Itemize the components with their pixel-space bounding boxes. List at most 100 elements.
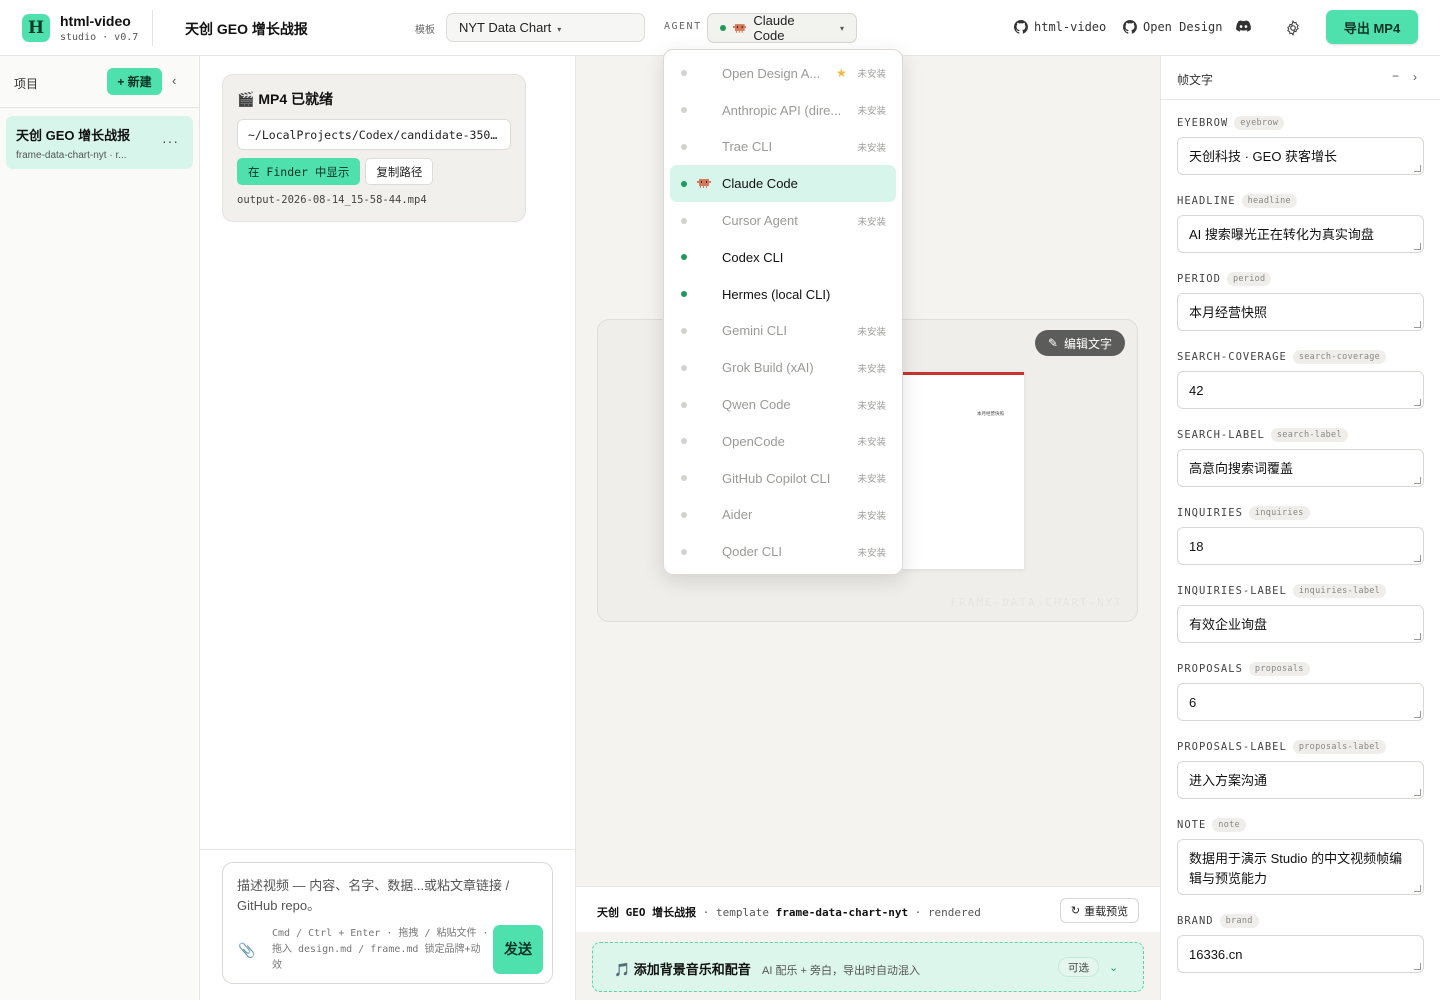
settings-button[interactable]: [1285, 20, 1301, 36]
field-input-proposals-label[interactable]: 进入方案沟通: [1177, 761, 1424, 799]
frame-field-period: PERIOD period 本月经营快照: [1177, 270, 1425, 331]
agent-label: AGENT: [664, 21, 702, 32]
new-project-button[interactable]: + 新建: [107, 68, 162, 95]
status-dot-icon: [681, 438, 687, 445]
field-input-search-label[interactable]: 高意向搜索词覆盖: [1177, 449, 1424, 487]
template-label: 模板: [415, 25, 435, 36]
field-label-row: BRAND brand: [1177, 912, 1425, 930]
agent-option-label: OpenCode: [722, 433, 785, 449]
not-installed-badge: 未安装: [857, 363, 886, 375]
agent-option-label: Open Design A...: [722, 65, 821, 81]
composer-divider: [200, 849, 576, 850]
agent-option[interactable]: Codex CLI: [670, 239, 896, 276]
field-input-brand[interactable]: 16336.cn: [1177, 935, 1424, 973]
not-installed-badge: 未安装: [857, 142, 886, 154]
render-status-bar: 天创 GEO 增长战报 · template frame-data-chart-…: [576, 886, 1160, 932]
field-label: INQUIRIES: [1177, 507, 1243, 519]
field-input-inquiries-label[interactable]: 有效企业询盘: [1177, 605, 1424, 643]
agent-option-label: Claude Code: [722, 176, 798, 192]
github-icon: [1014, 20, 1028, 34]
frame-field-proposals: PROPOSALS proposals 6: [1177, 660, 1425, 721]
field-label: EYEBROW: [1177, 117, 1229, 129]
field-input-headline[interactable]: AI 搜索曝光正在转化为真实询盘: [1177, 215, 1424, 253]
frame-field-proposals-label: PROPOSALS-LABEL proposals-label 进入方案沟通: [1177, 738, 1425, 799]
field-label-row: NOTE note: [1177, 816, 1425, 834]
agent-option-label: Aider: [722, 507, 753, 523]
music-title: 🎵 添加背景音乐和配音: [614, 962, 751, 977]
agent-option[interactable]: Anthropic API (dire... 未安装: [670, 92, 896, 129]
agent-option[interactable]: Grok Build (xAI) 未安装: [670, 349, 896, 386]
github-link-label: Open Design: [1143, 20, 1223, 34]
agent-option[interactable]: Cursor Agent 未安装: [670, 202, 896, 239]
agent-option[interactable]: Trae CLI 未安装: [670, 129, 896, 166]
reveal-in-finder-button[interactable]: 在 Finder 中显示: [237, 158, 361, 185]
agent-option[interactable]: Aider 未安装: [670, 497, 896, 534]
field-label: PROPOSALS-LABEL: [1177, 741, 1287, 753]
copy-path-button[interactable]: 复制路径: [365, 158, 434, 185]
status-dot-icon: [681, 511, 687, 518]
chat-panel: 🎬 MP4 已就绪 ~/LocalProjects/Codex/candidat…: [200, 56, 576, 1000]
agent-option-label: Anthropic API (dire...: [722, 102, 842, 118]
agent-select[interactable]: Claude Code ▾: [707, 13, 857, 43]
chevron-right-icon[interactable]: ›: [1413, 70, 1417, 84]
github-link-label: html-video: [1034, 20, 1107, 34]
field-label-row: PERIOD period: [1177, 270, 1425, 288]
agent-option[interactable]: Qwen Code 未安装: [670, 386, 896, 423]
field-tag: search-coverage: [1292, 350, 1387, 364]
field-label: SEARCH-LABEL: [1177, 429, 1265, 441]
template-value: NYT Data Chart: [459, 20, 552, 35]
agent-option[interactable]: Qoder CLI 未安装: [670, 533, 896, 570]
github-link-open-design[interactable]: Open Design: [1123, 20, 1222, 34]
add-music-banner[interactable]: 🎵 添加背景音乐和配音 AI 配乐 + 旁白，导出时自动混入 可选 ⌄: [592, 942, 1144, 992]
not-installed-badge: 未安装: [857, 216, 886, 228]
field-tag: note: [1212, 818, 1246, 832]
agent-option[interactable]: Claude Code: [670, 165, 896, 203]
status-dot-icon: [681, 327, 687, 334]
agent-option[interactable]: Gemini CLI 未安装: [670, 313, 896, 350]
frame-field-eyebrow: EYEBROW eyebrow 天创科技 · GEO 获客增长: [1177, 114, 1425, 175]
status-template-word: template: [716, 906, 769, 919]
frame-text-title: 帧文字: [1177, 73, 1214, 87]
prompt-composer[interactable]: 描述视频 — 内容、名字、数据...或粘文章链接 / GitHub repo。 …: [222, 862, 553, 984]
agent-option[interactable]: GitHub Copilot CLI 未安装: [670, 460, 896, 497]
field-label: NOTE: [1177, 819, 1207, 831]
discord-link[interactable]: [1236, 20, 1251, 32]
frame-field-inquiries-label: INQUIRIES-LABEL inquiries-label 有效企业询盘: [1177, 582, 1425, 643]
agent-option[interactable]: Hermes (local CLI): [670, 276, 896, 313]
field-input-inquiries[interactable]: 18: [1177, 527, 1424, 565]
edit-text-button[interactable]: ✎ 编辑文字: [1034, 330, 1125, 356]
prompt-input[interactable]: 描述视频 — 内容、名字、数据...或粘文章链接 / GitHub repo。: [237, 876, 537, 916]
discord-icon: [1236, 20, 1251, 32]
export-mp4-button[interactable]: 导出 MP4: [1326, 10, 1418, 44]
gear-icon: [1287, 20, 1299, 36]
github-link-html-video[interactable]: html-video: [1014, 20, 1106, 34]
field-input-note[interactable]: 数据用于演示 Studio 的中文视频帧编辑与预览能力: [1177, 839, 1424, 895]
minimize-icon[interactable]: −: [1392, 69, 1399, 83]
template-select[interactable]: NYT Data Chart ▾: [446, 13, 645, 42]
not-installed-badge: 未安装: [857, 69, 886, 81]
more-options-icon[interactable]: ···: [162, 133, 179, 149]
field-tag: inquiries: [1248, 506, 1310, 520]
frame-field-note: NOTE note 数据用于演示 Studio 的中文视频帧编辑与预览能力: [1177, 816, 1425, 895]
frame-period: 本月经营快照: [977, 410, 1004, 417]
field-input-period[interactable]: 本月经营快照: [1177, 293, 1424, 331]
output-path-field[interactable]: ~/LocalProjects/Codex/candidate-350…: [237, 119, 511, 150]
collapse-sidebar-icon[interactable]: ‹: [172, 73, 176, 88]
agent-option[interactable]: OpenCode 未安装: [670, 423, 896, 460]
send-button[interactable]: 发送: [493, 925, 543, 974]
field-input-proposals[interactable]: 6: [1177, 683, 1424, 721]
agent-option-label: Hermes (local CLI): [722, 286, 831, 302]
field-input-search-coverage[interactable]: 42: [1177, 371, 1424, 409]
reload-preview-button[interactable]: ↻ 重载预览: [1060, 898, 1139, 923]
chevron-down-icon[interactable]: ⌄: [1109, 961, 1118, 974]
status-project: 天创 GEO 增长战报: [597, 906, 697, 919]
project-list-item[interactable]: 天创 GEO 增长战报 frame-data-chart-nyt · r... …: [6, 116, 193, 169]
agent-option[interactable]: Open Design A... ★ 未安装: [670, 55, 896, 92]
paperclip-icon[interactable]: 📎: [238, 942, 255, 959]
field-tag: eyebrow: [1234, 116, 1285, 130]
output-filename: output-2026-08-14_15-58-44.mp4: [237, 194, 427, 206]
field-label-row: EYEBROW eyebrow: [1177, 114, 1425, 132]
field-input-eyebrow[interactable]: 天创科技 · GEO 获客增长: [1177, 137, 1424, 175]
status-dot-icon: [681, 548, 687, 555]
not-installed-badge: 未安装: [857, 474, 886, 486]
